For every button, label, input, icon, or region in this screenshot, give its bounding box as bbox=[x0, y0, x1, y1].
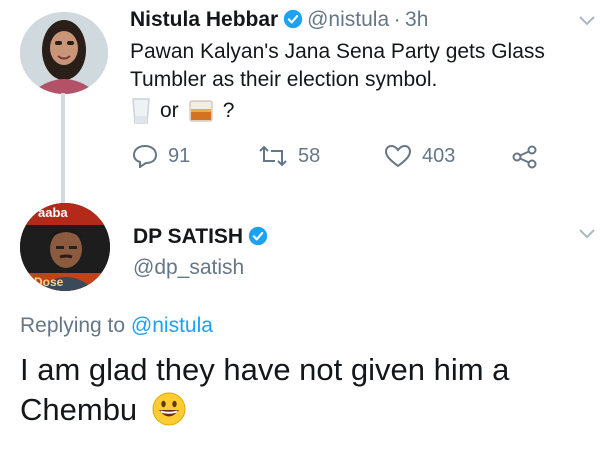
like-button[interactable]: 403 bbox=[384, 144, 455, 168]
avatar-caption-bottom: Dose bbox=[34, 275, 64, 289]
retweet-button[interactable]: 58 bbox=[258, 144, 320, 168]
chevron-down-icon[interactable] bbox=[578, 228, 596, 240]
retweet-count: 58 bbox=[298, 144, 321, 167]
replying-prefix: Replying to bbox=[20, 314, 126, 337]
tweet2-text-content: I am glad they have not given him a Chem… bbox=[20, 352, 510, 427]
tweet2-text: I am glad they have not given him a Chem… bbox=[20, 350, 590, 430]
tweet1-text: Pawan Kalyan's Jana Sena Party gets Glas… bbox=[130, 40, 545, 91]
tweet1-header: Nistula Hebbar @nistula · 3h bbox=[130, 8, 428, 32]
replying-to-handle-link[interactable]: @nistula bbox=[131, 314, 213, 337]
share-icon[interactable] bbox=[512, 145, 538, 169]
verified-badge-icon bbox=[248, 226, 267, 246]
thread-connector-line bbox=[61, 93, 65, 207]
reply-icon bbox=[132, 144, 158, 168]
whisky-emoji-icon bbox=[189, 100, 213, 122]
tweet1-separator: · bbox=[393, 8, 401, 31]
tweet1-author-name[interactable]: Nistula Hebbar bbox=[130, 8, 278, 31]
tweet1-timestamp[interactable]: 3h bbox=[405, 8, 428, 31]
reply-button[interactable]: 91 bbox=[132, 144, 190, 168]
retweet-icon bbox=[259, 145, 287, 167]
reply-count: 91 bbox=[168, 144, 191, 167]
tweet2-author-name[interactable]: DP SATISH bbox=[133, 225, 243, 248]
like-count: 403 bbox=[422, 144, 456, 167]
question-mark: ? bbox=[222, 99, 235, 122]
or-word: or bbox=[160, 99, 179, 122]
tweet1-author-handle[interactable]: @nistula bbox=[307, 8, 389, 31]
tweet1-emoji-line: or ? bbox=[132, 98, 234, 124]
chevron-down-icon[interactable] bbox=[578, 15, 596, 27]
grinning-emoji-icon bbox=[152, 392, 186, 426]
avatar-nistula[interactable] bbox=[20, 12, 108, 94]
tweet2-header: DP SATISH bbox=[133, 225, 268, 249]
replying-to: Replying to @nistula bbox=[20, 314, 213, 338]
avatar-dp-satish[interactable]: aaba Dose bbox=[20, 203, 110, 291]
like-heart-icon bbox=[384, 144, 412, 168]
tweet2-author-handle[interactable]: @dp_satish bbox=[133, 256, 244, 280]
verified-badge-icon bbox=[283, 9, 302, 29]
avatar-caption-top: aaba bbox=[38, 205, 68, 220]
glass-emoji-icon bbox=[132, 98, 150, 124]
